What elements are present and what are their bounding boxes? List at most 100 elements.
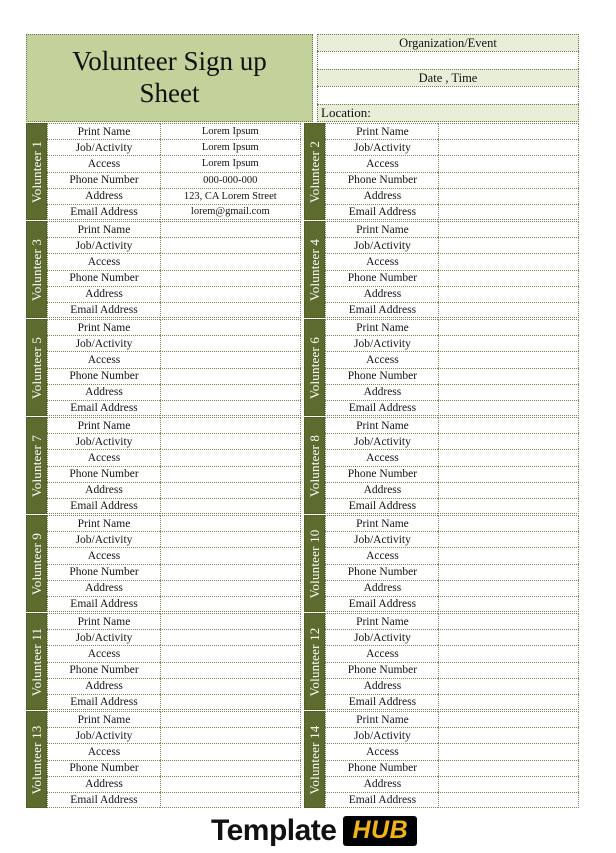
field-input-phone-number[interactable] — [160, 465, 301, 482]
field-input-access[interactable] — [438, 351, 580, 368]
field-input-phone-number[interactable] — [438, 465, 580, 482]
organization-input[interactable] — [317, 51, 579, 69]
field-input-address[interactable] — [160, 579, 301, 596]
field-input-address[interactable]: 123, CA Lorem Street — [160, 187, 301, 204]
field-input-print-name[interactable] — [438, 613, 580, 630]
field-input-job-activity[interactable] — [160, 237, 301, 254]
field-input-job-activity[interactable]: Lorem Ipsum — [160, 139, 301, 156]
field-input-access[interactable]: Lorem Ipsum — [160, 155, 301, 172]
field-input-access[interactable] — [160, 743, 301, 760]
field-input-access[interactable] — [438, 449, 580, 466]
field-input-address[interactable] — [160, 481, 301, 498]
field-input-phone-number[interactable] — [438, 759, 580, 776]
field-input-job-activity[interactable] — [438, 139, 580, 156]
field-input-phone-number[interactable] — [438, 367, 580, 384]
field-input-phone-number[interactable]: 000-000-000 — [160, 171, 301, 188]
field-input-phone-number[interactable] — [160, 563, 301, 580]
field-input-email-address[interactable] — [438, 203, 580, 221]
field-input-email-address[interactable] — [160, 399, 301, 417]
field-input-phone-number[interactable] — [160, 759, 301, 776]
field-row: Address — [325, 285, 580, 302]
field-input-job-activity[interactable] — [438, 727, 580, 744]
field-input-address[interactable] — [160, 677, 301, 694]
field-input-job-activity[interactable] — [438, 629, 580, 646]
field-input-access[interactable] — [160, 449, 301, 466]
date-time-input[interactable] — [317, 86, 579, 104]
field-input-job-activity[interactable] — [160, 629, 301, 646]
field-input-address[interactable] — [160, 383, 301, 400]
field-input-email-address[interactable] — [160, 693, 301, 711]
field-input-email-address[interactable] — [438, 497, 580, 515]
field-input-address[interactable] — [438, 677, 580, 694]
volunteer-block: Volunteer 14 Print Name Job/Activity Access… — [304, 711, 580, 809]
field-row: Email Address — [325, 791, 580, 809]
field-input-access[interactable] — [438, 743, 580, 760]
field-input-access[interactable] — [438, 155, 580, 172]
field-input-address[interactable] — [160, 285, 301, 302]
field-input-job-activity[interactable] — [160, 531, 301, 548]
location-label[interactable]: Location: — [317, 103, 579, 123]
field-input-phone-number[interactable] — [438, 661, 580, 678]
field-input-print-name[interactable] — [160, 417, 301, 434]
field-input-address[interactable] — [438, 285, 580, 302]
field-input-address[interactable] — [438, 481, 580, 498]
field-input-print-name[interactable] — [438, 711, 580, 728]
field-input-access[interactable] — [160, 351, 301, 368]
field-row: Access — [325, 155, 580, 172]
field-input-address[interactable] — [438, 383, 580, 400]
field-input-access[interactable] — [438, 547, 580, 564]
field-input-print-name[interactable] — [438, 319, 580, 336]
field-input-email-address[interactable] — [438, 301, 580, 319]
field-row: Print Name — [47, 711, 301, 728]
field-input-access[interactable] — [438, 645, 580, 662]
field-input-job-activity[interactable] — [160, 433, 301, 450]
field-label-job-activity: Job/Activity — [47, 335, 160, 352]
field-input-print-name[interactable] — [438, 515, 580, 532]
field-input-email-address[interactable] — [160, 791, 301, 809]
field-row: Phone Number — [47, 269, 301, 286]
field-input-address[interactable] — [438, 187, 580, 204]
field-input-print-name[interactable] — [438, 417, 580, 434]
field-input-print-name[interactable] — [438, 123, 580, 140]
field-row: Address — [47, 481, 301, 498]
field-input-print-name[interactable] — [160, 515, 301, 532]
field-input-job-activity[interactable] — [438, 433, 580, 450]
field-input-email-address[interactable] — [438, 595, 580, 613]
field-input-job-activity[interactable] — [160, 335, 301, 352]
field-input-access[interactable] — [160, 253, 301, 270]
field-input-email-address[interactable]: lorem@gmail.com — [160, 203, 301, 221]
field-input-email-address[interactable] — [160, 497, 301, 515]
field-input-address[interactable] — [160, 775, 301, 792]
field-input-print-name[interactable]: Lorem Ipsum — [160, 123, 301, 140]
field-input-print-name[interactable] — [160, 711, 301, 728]
field-input-email-address[interactable] — [160, 301, 301, 319]
field-input-access[interactable] — [160, 547, 301, 564]
field-row: Access — [325, 253, 580, 270]
field-input-print-name[interactable] — [160, 319, 301, 336]
field-input-phone-number[interactable] — [160, 661, 301, 678]
field-input-address[interactable] — [438, 775, 580, 792]
field-input-print-name[interactable] — [160, 613, 301, 630]
field-input-email-address[interactable] — [438, 791, 580, 809]
field-input-print-name[interactable] — [438, 221, 580, 238]
field-input-phone-number[interactable] — [438, 563, 580, 580]
field-label-phone-number: Phone Number — [47, 759, 160, 776]
field-input-email-address[interactable] — [160, 595, 301, 613]
field-input-job-activity[interactable] — [438, 335, 580, 352]
field-row: Job/Activity — [47, 531, 301, 548]
field-input-phone-number[interactable] — [438, 269, 580, 286]
field-input-phone-number[interactable] — [160, 367, 301, 384]
field-input-access[interactable] — [438, 253, 580, 270]
field-input-email-address[interactable] — [438, 693, 580, 711]
field-input-job-activity[interactable] — [438, 237, 580, 254]
field-input-job-activity[interactable] — [438, 531, 580, 548]
field-input-access[interactable] — [160, 645, 301, 662]
field-input-job-activity[interactable] — [160, 727, 301, 744]
field-label-phone-number: Phone Number — [325, 759, 439, 776]
field-input-address[interactable] — [438, 579, 580, 596]
field-input-email-address[interactable] — [438, 399, 580, 417]
field-input-phone-number[interactable] — [438, 171, 580, 188]
field-input-phone-number[interactable] — [160, 269, 301, 286]
field-input-print-name[interactable] — [160, 221, 301, 238]
volunteer-tab: Volunteer 8 — [304, 417, 326, 514]
